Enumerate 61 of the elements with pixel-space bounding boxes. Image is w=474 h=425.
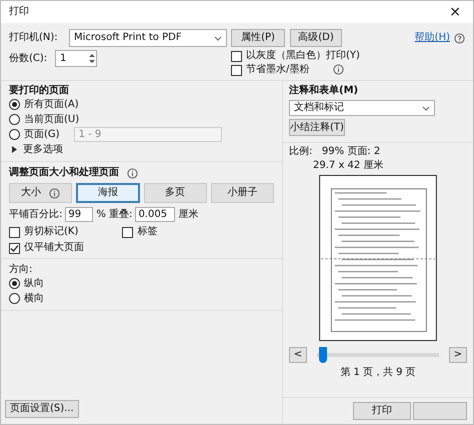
mode-tab[interactable]: 小册子 (210, 183, 274, 204)
radio-button[interactable] (9, 114, 20, 126)
checkbox-label: 标签 (137, 226, 158, 238)
checkbox[interactable] (231, 64, 242, 76)
radio-button[interactable] (9, 293, 20, 304)
summarize-comments-button[interactable]: 小结注释(T) (289, 119, 345, 136)
radio-button[interactable] (9, 278, 20, 290)
print-button[interactable]: 打印 (353, 402, 411, 420)
option-label: 以灰度（黑白色）打印(Y) (246, 50, 360, 62)
radio-label: 所有页面(A) (24, 98, 79, 111)
annotations-dropdown[interactable]: 文档和标记 (289, 100, 435, 116)
scale-text: 比例: 99% 页面: 2 (289, 146, 380, 158)
section-title: 要打印的页面 (9, 85, 70, 98)
mode-tab[interactable]: 大小 (9, 183, 72, 204)
copies-spinner[interactable]: 1 (55, 50, 97, 67)
help-link[interactable]: 帮助(H) (414, 32, 450, 44)
spin-arrows-icon (88, 52, 96, 65)
printer-label: 打印机(N): (9, 32, 59, 44)
radio-label: 纵向 (24, 278, 44, 290)
close-button[interactable]: × (445, 6, 465, 18)
chevron-down-icon (422, 106, 430, 111)
checkbox-label: 剪切标记(K) (24, 226, 78, 238)
info-icon (333, 64, 344, 75)
option-label: 节省墨水/墨粉 (246, 64, 310, 76)
next-page-button[interactable]: > (449, 347, 467, 364)
advanced-button[interactable]: 高级(D) (290, 29, 342, 47)
window-title: 打印 (9, 6, 29, 18)
paper-size-text: 29.7 x 42 厘米 (313, 160, 384, 172)
page-slider[interactable] (317, 347, 439, 364)
checkbox[interactable] (122, 226, 134, 238)
radio-button[interactable] (9, 129, 20, 140)
info-icon (127, 168, 138, 179)
checkbox-label: 仅平铺大页面 (24, 242, 84, 254)
chevron-down-icon (214, 36, 222, 40)
tile-percent-field[interactable]: 99 (65, 207, 94, 222)
unit-label: 厘米 (178, 208, 198, 221)
overlap-label: % 重叠: (96, 208, 132, 221)
properties-button[interactable]: 属性(P) (231, 29, 285, 47)
radio-label: 横向 (24, 292, 44, 305)
checkbox[interactable] (231, 50, 242, 62)
expand-triangle-icon (12, 146, 17, 154)
checkbox[interactable] (9, 226, 20, 238)
radio-label: 当前页面(U) (24, 114, 80, 126)
mode-tab[interactable]: 海报 (76, 183, 140, 204)
checkbox[interactable] (9, 242, 20, 254)
section-title: 调整页面大小和处理页面 (9, 167, 119, 180)
page-setup-button[interactable]: 页面设置(S)... (5, 400, 79, 418)
radio-label: 页面(G) (24, 128, 60, 141)
copies-label: 份数(C): (9, 52, 48, 64)
section-title: 方向: (9, 264, 34, 276)
overlap-field[interactable]: 0.005 (135, 207, 176, 222)
info-icon (49, 188, 60, 199)
radio-button[interactable] (9, 99, 20, 110)
more-options-toggle[interactable]: 更多选项 (23, 144, 63, 156)
printer-dropdown[interactable]: Microsoft Print to PDF (69, 29, 227, 47)
previous-page-button[interactable]: < (289, 347, 307, 364)
tile-percent-label: 平铺百分比: (9, 208, 62, 221)
page-count-text: 第 1 页，共 9 页 (340, 367, 416, 380)
help-icon (454, 32, 465, 44)
section-title: 注释和表单(M) (289, 85, 360, 98)
mode-tab[interactable]: 多页 (144, 183, 207, 204)
